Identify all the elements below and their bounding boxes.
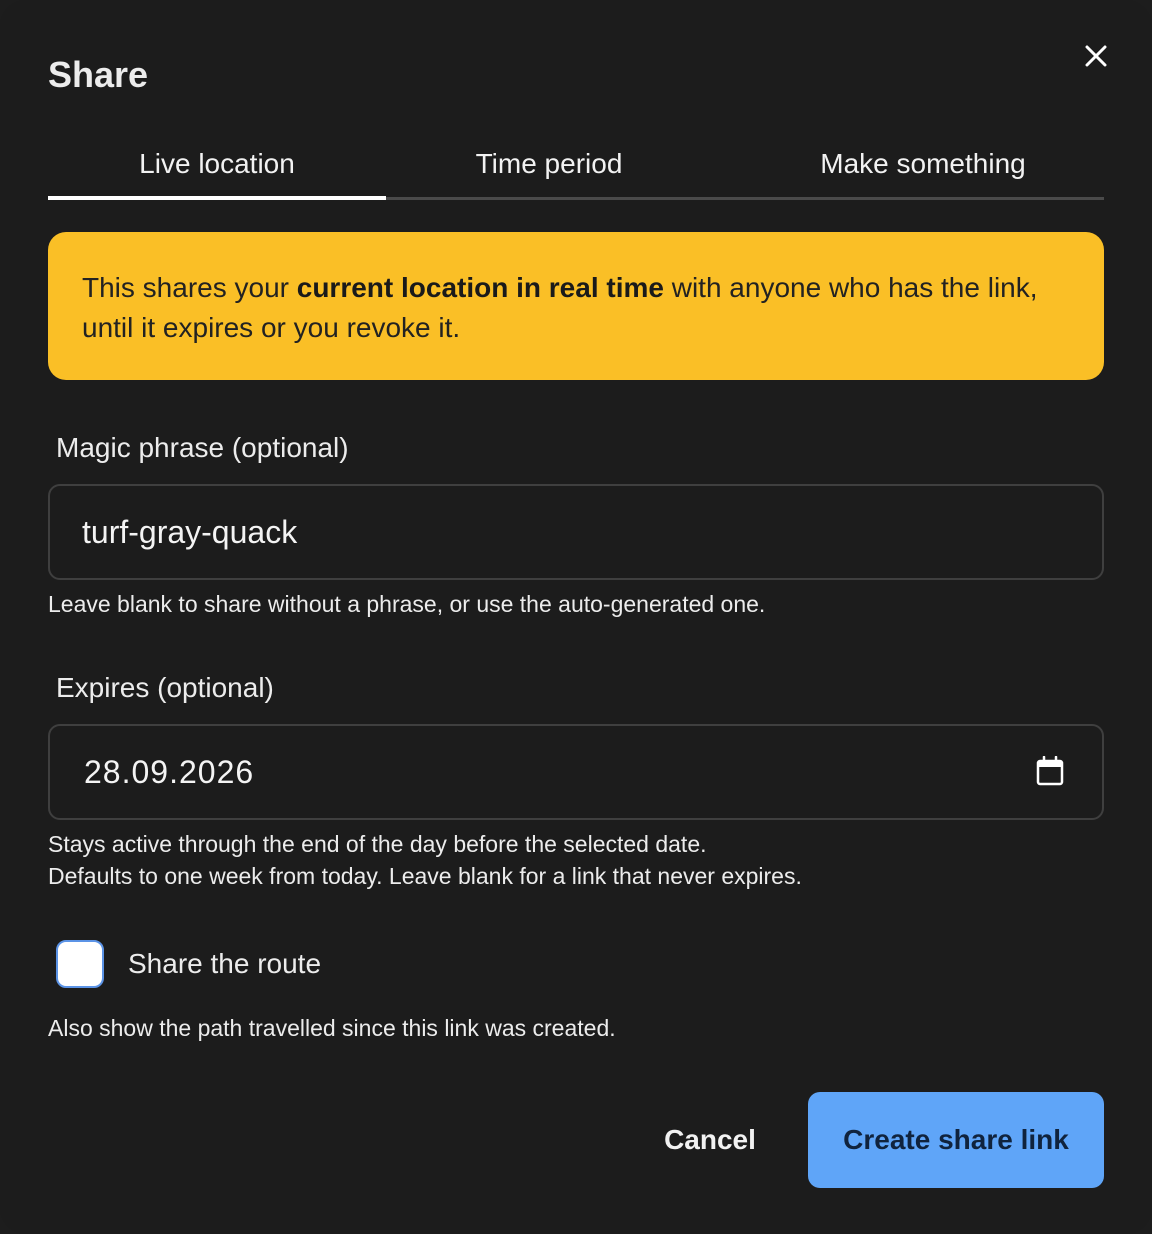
notice-text-bold: current location in real time [296,272,664,303]
magic-phrase-label: Magic phrase (optional) [56,432,349,463]
live-location-notice: This shares your current location in rea… [48,232,1104,380]
close-icon [1085,45,1107,67]
expires-label: Expires (optional) [56,672,274,703]
share-route-hint: Also show the path travelled since this … [48,1015,616,1041]
expires-hint-line2: Defaults to one week from today. Leave b… [48,863,802,889]
tab-make-something[interactable]: Make something [712,130,1104,197]
expires-hint-line1: Stays active through the end of the day … [48,831,707,857]
share-route-checkbox[interactable] [56,940,104,988]
expires-field[interactable] [48,724,1104,820]
close-button[interactable] [1074,34,1118,78]
calendar-picker-button[interactable] [1036,755,1066,788]
magic-phrase-hint: Leave blank to share without a phrase, o… [48,591,766,617]
create-share-link-button[interactable]: Create share link [808,1092,1104,1188]
calendar-icon [1036,755,1064,786]
notice-text-before: This shares your [82,272,297,303]
expires-date-input[interactable] [84,726,1024,818]
tab-time-period[interactable]: Time period [386,130,712,197]
share-route-label[interactable]: Share the route [128,945,321,983]
magic-phrase-field[interactable] [48,484,1104,580]
cancel-button[interactable]: Cancel [640,1092,780,1188]
dialog-title: Share [48,54,149,95]
share-tabs: Live location Time period Make something [48,130,1104,200]
magic-phrase-input[interactable] [82,486,1022,578]
tab-live-location[interactable]: Live location [48,130,386,200]
share-dialog: Share Live location Time period Make som… [0,0,1152,1234]
